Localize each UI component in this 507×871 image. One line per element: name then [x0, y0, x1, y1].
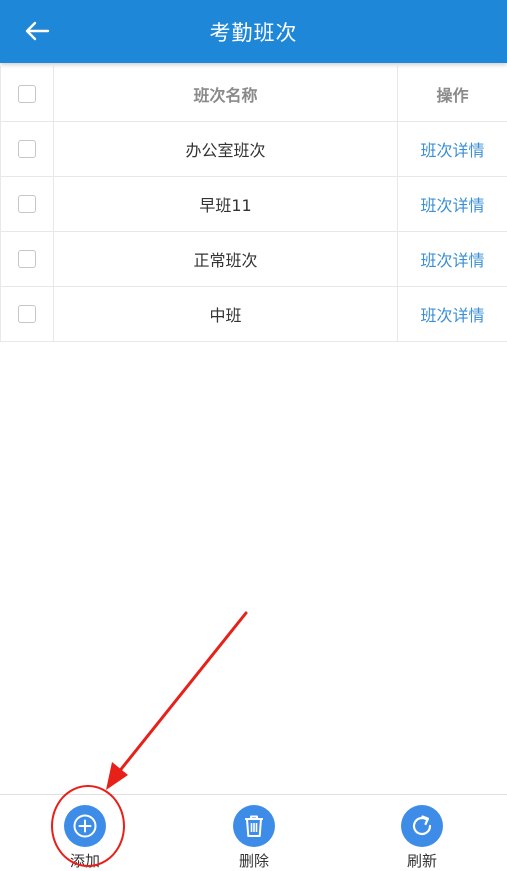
page-title: 考勤班次 — [209, 20, 298, 45]
shift-detail-link[interactable]: 班次详情 — [420, 247, 484, 271]
row-checkbox[interactable] — [18, 250, 36, 268]
add-label: 添加 — [69, 852, 100, 870]
table-row: 早班11 班次详情 — [1, 177, 507, 232]
refresh-button-circle — [401, 805, 443, 847]
action-cell: 班次详情 — [398, 232, 507, 286]
add-button[interactable]: 添加 — [55, 805, 115, 871]
column-header-name: 班次名称 — [54, 66, 398, 121]
arrow-left-icon — [25, 21, 50, 41]
trash-icon — [245, 815, 263, 837]
plus-circle-icon — [73, 814, 97, 838]
bottom-toolbar: 添加 删除 刷新 — [0, 794, 507, 871]
shift-detail-link[interactable]: 班次详情 — [420, 192, 484, 216]
shift-detail-link[interactable]: 班次详情 — [420, 137, 484, 161]
shift-name: 早班11 — [54, 177, 398, 231]
table-row: 办公室班次 班次详情 — [1, 122, 507, 177]
shift-name: 正常班次 — [54, 232, 398, 286]
table-row: 正常班次 班次详情 — [1, 232, 507, 287]
row-checkbox[interactable] — [18, 140, 36, 158]
row-checkbox[interactable] — [18, 195, 36, 213]
row-checkbox-cell — [1, 122, 54, 176]
shift-detail-link[interactable]: 班次详情 — [420, 302, 484, 326]
column-header-action: 操作 — [436, 85, 469, 105]
add-button-circle — [64, 805, 106, 847]
refresh-icon — [412, 815, 432, 836]
table-header-row: 班次名称 操作 — [1, 66, 507, 122]
delete-label: 删除 — [238, 852, 269, 870]
row-checkbox-cell — [1, 177, 54, 231]
table-row: 中班 班次详情 — [1, 287, 507, 342]
action-cell: 班次详情 — [398, 287, 507, 341]
delete-button-circle — [233, 805, 275, 847]
delete-button[interactable]: 删除 — [224, 805, 284, 871]
row-checkbox[interactable] — [18, 305, 36, 323]
shift-name: 中班 — [54, 287, 398, 341]
action-cell: 班次详情 — [398, 177, 507, 231]
back-button[interactable] — [20, 14, 54, 48]
refresh-button[interactable]: 刷新 — [392, 805, 452, 871]
refresh-label: 刷新 — [406, 852, 437, 870]
shift-name: 办公室班次 — [54, 122, 398, 176]
select-all-checkbox[interactable] — [18, 84, 36, 103]
row-checkbox-cell — [1, 287, 54, 341]
app-header: 考勤班次 — [0, 0, 507, 63]
shift-table: 班次名称 操作 办公室班次 班次详情 早班11 班次详情 正常班次 班次详情 中… — [0, 66, 507, 342]
row-checkbox-cell — [1, 232, 54, 286]
select-all-cell — [1, 66, 54, 121]
action-cell: 班次详情 — [398, 122, 507, 176]
